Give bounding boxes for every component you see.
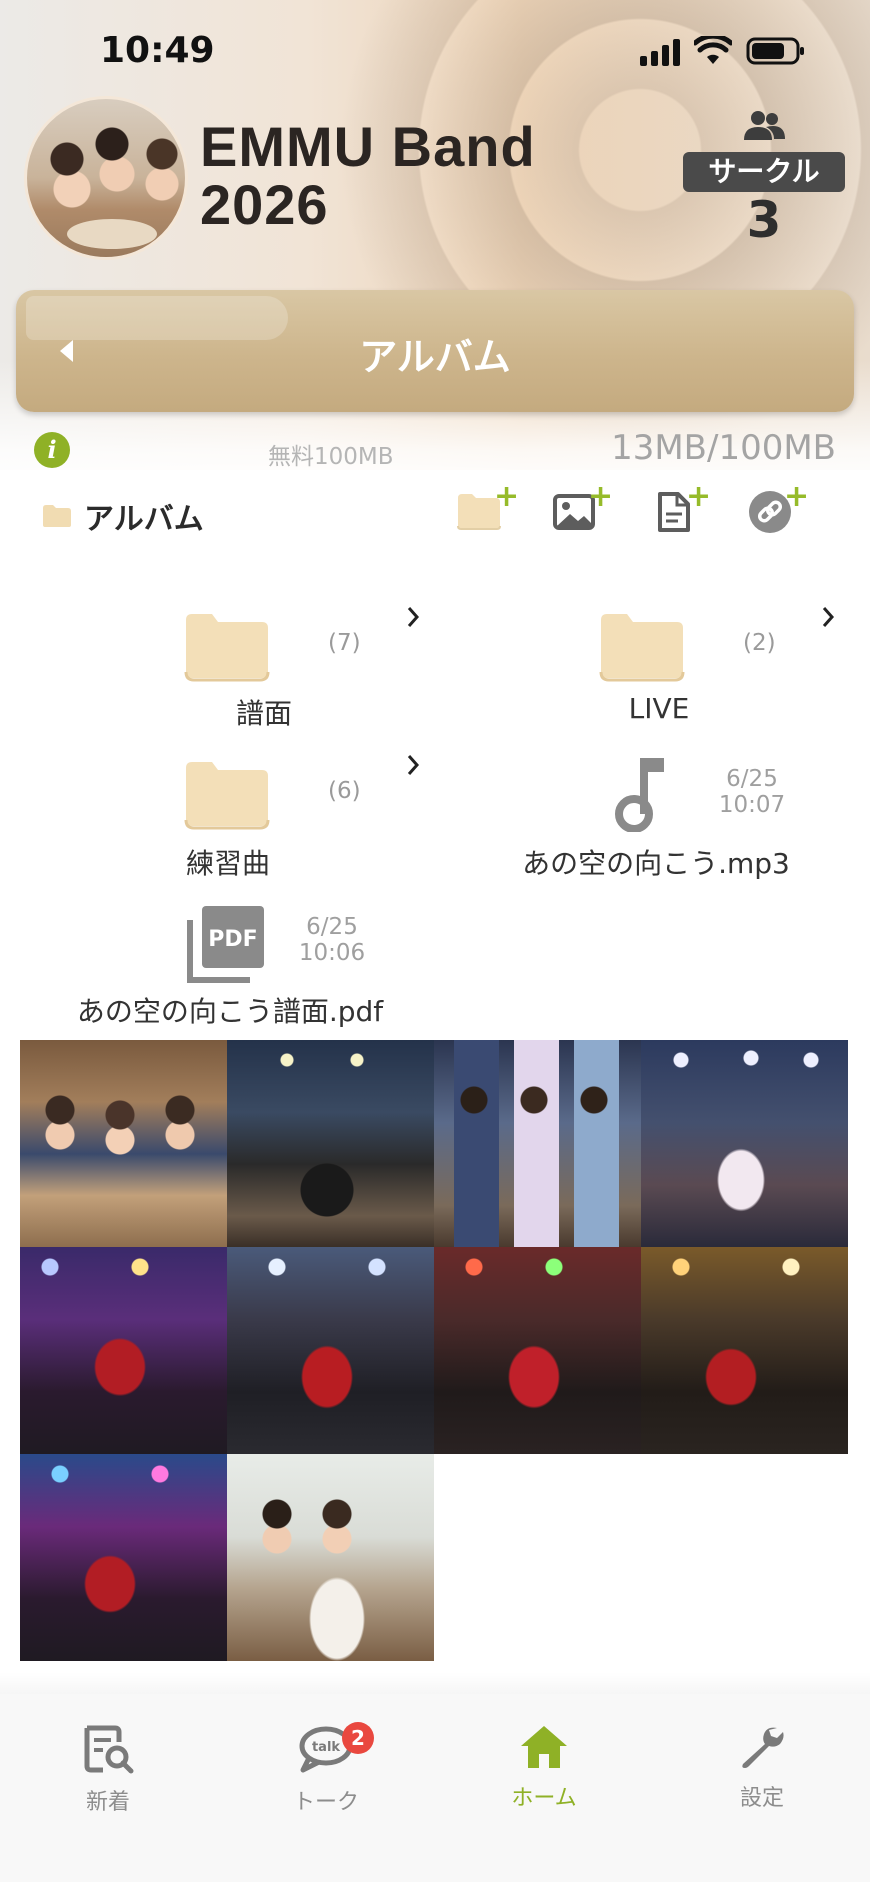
tab-label: 新着 [85, 1790, 130, 1815]
breadcrumb-label: アルバム [84, 502, 204, 537]
news-search-icon [84, 1725, 134, 1774]
folder-icon [184, 614, 270, 682]
plan-label: 無料100MB [268, 444, 394, 470]
file-date: 6/25 [726, 766, 778, 792]
circle-label: サークル [683, 152, 845, 192]
folder-name: 譜面 [235, 697, 292, 730]
file-time: 10:06 [298, 940, 366, 966]
add-photo-button[interactable]: + [552, 482, 613, 536]
tabbar-shadow [0, 1672, 870, 1696]
folder-icon [599, 614, 685, 682]
breadcrumb: アルバム [42, 494, 204, 538]
folder-name: LIVE [628, 692, 690, 725]
group-name-line1: EMMU Band [200, 115, 536, 178]
folder-icon [184, 762, 270, 830]
tab-label: 設定 [739, 1786, 784, 1811]
unread-badge: 2 [342, 1722, 374, 1754]
folder-name: 練習曲 [185, 847, 270, 880]
file-date: 6/25 [306, 914, 358, 940]
tab-label: トーク [292, 1790, 359, 1815]
tab-talk[interactable]: talk 2 トーク [246, 1722, 406, 1816]
photo-thumbnail[interactable] [20, 1040, 227, 1247]
file-name: あの空の向こう.mp3 [522, 847, 790, 880]
storage-usage: 13MB/100MB [611, 428, 836, 468]
status-icons [640, 34, 806, 66]
plus-icon: + [686, 479, 712, 514]
group-name: EMMU Band 2026 [200, 118, 560, 234]
photo-thumbnail[interactable] [227, 1247, 434, 1454]
folder-live[interactable]: (2) LIVE [565, 600, 845, 730]
battery-icon [746, 36, 806, 66]
folder-practice[interactable]: (6) 練習曲 [150, 748, 430, 880]
home-icon [521, 1726, 567, 1768]
folder-count: (6) [328, 778, 361, 804]
folder-score[interactable]: (7) 譜面 [150, 600, 430, 730]
photo-thumbnail[interactable] [641, 1040, 848, 1247]
file-timestamp: 6/25 10:07 [712, 766, 792, 818]
chevron-right-icon [407, 755, 420, 775]
add-folder-button[interactable]: + [456, 482, 519, 536]
group-avatar[interactable] [24, 96, 188, 260]
folder-count: (7) [328, 630, 361, 656]
tab-label: ホーム [511, 1786, 577, 1811]
status-time: 10:49 [100, 30, 215, 71]
file-mp3[interactable]: 6/25 10:07 あの空の向こう.mp3 [490, 748, 820, 880]
tab-bar: 新着 talk 2 トーク ホーム 設定 [0, 1694, 870, 1882]
tab-settings[interactable]: 設定 [682, 1724, 842, 1812]
file-pdf[interactable]: PDF 6/25 10:06 あの空の向こう譜面.pdf [60, 896, 400, 1028]
file-time: 10:07 [718, 792, 786, 818]
circle-members-button[interactable]: サークル 3 [683, 110, 845, 248]
album-title: アルバム [359, 335, 511, 379]
photo-thumbnail[interactable] [20, 1247, 227, 1454]
folder-small-icon [43, 505, 71, 527]
signal-icon [640, 38, 680, 66]
group-name-line2: 2026 [200, 173, 329, 236]
photo-thumbnail[interactable] [434, 1247, 641, 1454]
photo-thumbnail[interactable] [20, 1454, 227, 1661]
chevron-right-icon [822, 607, 835, 627]
plus-icon: + [588, 479, 614, 514]
file-timestamp: 6/25 10:06 [292, 914, 372, 966]
music-note-icon [615, 758, 664, 832]
plus-icon: + [784, 479, 810, 514]
add-link-button[interactable]: + [748, 482, 809, 538]
folder-count: (2) [743, 630, 776, 656]
add-document-button[interactable]: + [656, 482, 711, 538]
pdf-file-icon: PDF [187, 906, 264, 983]
photo-thumbnail[interactable] [434, 1040, 641, 1247]
wifi-icon [694, 36, 732, 66]
tab-home[interactable]: ホーム [464, 1724, 624, 1812]
wrench-icon [742, 1727, 784, 1768]
info-icon[interactable]: i [34, 432, 70, 468]
plus-icon: + [494, 479, 520, 514]
people-icon [744, 111, 785, 140]
chevron-right-icon [407, 607, 420, 627]
pdf-badge: PDF [208, 927, 257, 952]
talk-bubble-text: talk [312, 1740, 340, 1755]
photo-thumbnail[interactable] [227, 1454, 434, 1661]
file-name: あの空の向こう譜面.pdf [76, 995, 384, 1028]
tab-new[interactable]: 新着 [28, 1724, 188, 1816]
circle-count: 3 [746, 191, 782, 249]
photo-thumbnail[interactable] [227, 1040, 434, 1247]
photo-thumbnail[interactable] [641, 1247, 848, 1454]
album-header-bar: アルバム [16, 290, 854, 412]
